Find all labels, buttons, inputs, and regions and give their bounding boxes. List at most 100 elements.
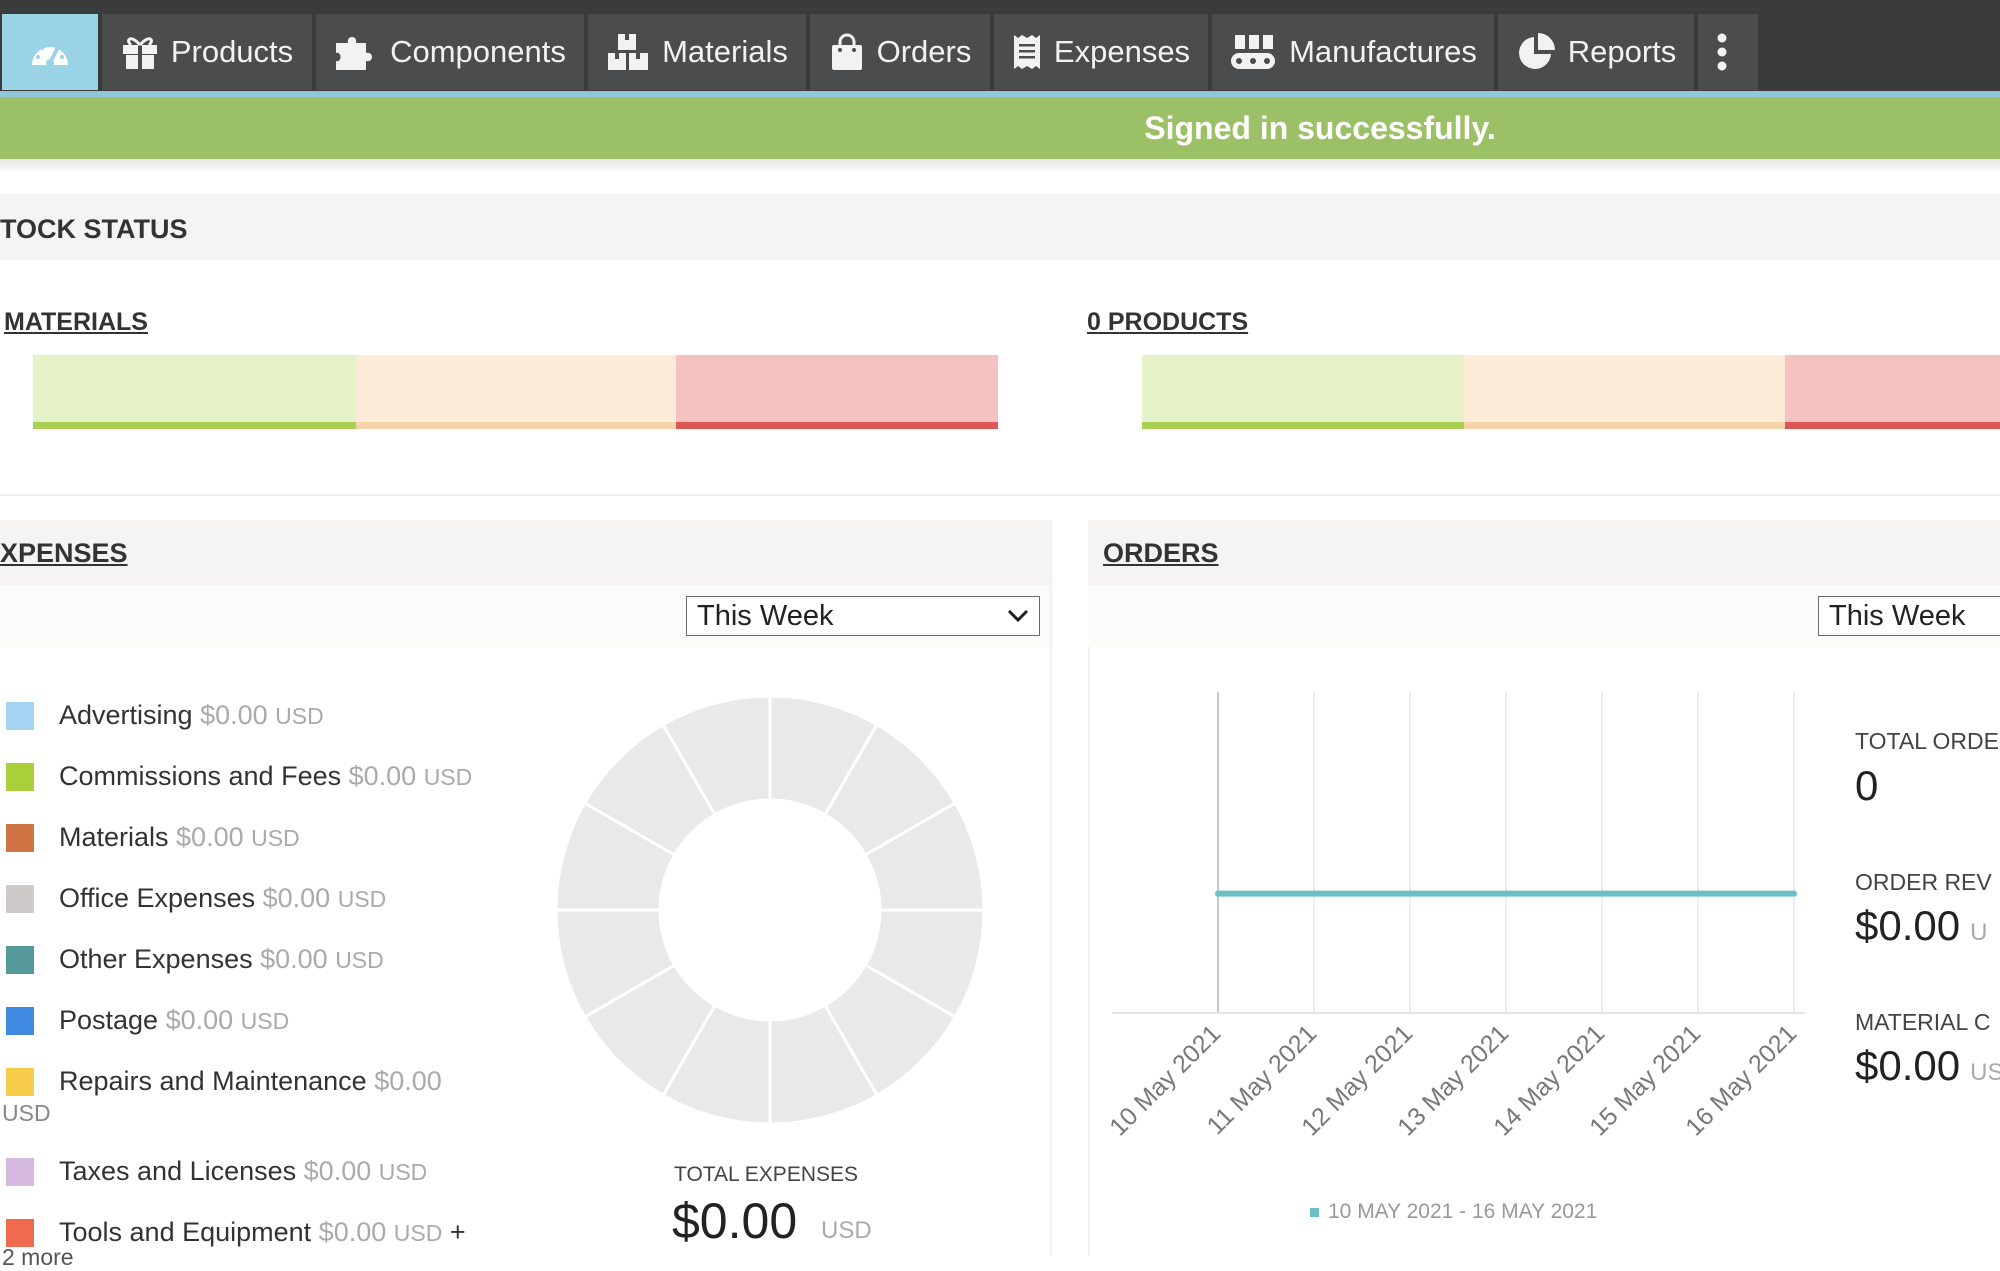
legend-more-indicator: +: [442, 1217, 466, 1247]
legend-label: Taxes and Licenses $0.00 USD: [59, 1156, 427, 1187]
nav-orders[interactable]: Orders: [810, 14, 990, 90]
orders-data-point[interactable]: [1407, 890, 1413, 897]
legend-label: Advertising $0.00 USD: [59, 700, 324, 731]
legend-amount: $0.00: [374, 1066, 442, 1096]
expense-more-link[interactable]: 2 more: [2, 1244, 74, 1271]
alert-shadow: [0, 159, 2000, 171]
expenses-period-select[interactable]: This Week: [686, 596, 1040, 636]
legend-swatch: [6, 702, 34, 730]
orders-data-point[interactable]: [1503, 890, 1509, 897]
nav-reports[interactable]: Reports: [1498, 14, 1694, 90]
total-expenses-currency: USD: [821, 1217, 872, 1244]
chevron-down-icon: [1007, 609, 1029, 623]
nav-manufactures-label: Manufactures: [1289, 34, 1477, 69]
stock-status-header: TOCK STATUS: [0, 194, 2000, 260]
nav-manufactures[interactable]: Manufactures: [1212, 14, 1494, 90]
legend-category-name: Commissions and Fees: [59, 761, 349, 791]
top-navigation-bar: Products Components Materials Orders Exp…: [0, 0, 2000, 91]
order-stat-value: $0.00 U: [1855, 902, 1987, 950]
legend-category-name: Postage: [59, 1005, 166, 1035]
shopping-bag-icon: [831, 33, 862, 70]
legend-amount: $0.00: [303, 1156, 379, 1186]
nav-dashboard[interactable]: [2, 14, 98, 90]
expenses-period-value: This Week: [697, 599, 834, 632]
chart-gridlines: [1112, 692, 1805, 1014]
success-alert: Signed in successfully.: [0, 97, 2000, 159]
legend-category-name: Taxes and Licenses: [59, 1156, 304, 1186]
order-stat-value: 0: [1855, 762, 1878, 810]
products-stock-low-segment[interactable]: [1464, 355, 1785, 429]
products-stock-link[interactable]: 0 PRODUCTS: [1087, 308, 1248, 337]
legend-currency: USD: [335, 947, 384, 973]
chart-series: [1215, 890, 1797, 897]
legend-amount: $0.00: [260, 944, 336, 974]
legend-amount: $0.00: [200, 700, 276, 730]
materials-stock-good-segment[interactable]: [33, 355, 356, 429]
order-stat-number: 0: [1855, 762, 1879, 809]
legend-amount: $0.00: [348, 761, 424, 791]
nav-orders-label: Orders: [876, 34, 972, 69]
dashboard-icon: [32, 42, 68, 67]
materials-stock-out-segment[interactable]: [676, 355, 998, 429]
legend-swatch: [6, 885, 34, 913]
legend-currency: USD: [251, 825, 300, 851]
nav-reports-label: Reports: [1567, 34, 1677, 69]
nav-expenses[interactable]: Expenses: [994, 14, 1208, 90]
legend-label: Office Expenses $0.00 USD: [59, 883, 386, 914]
panel-divider: [1050, 520, 1052, 1256]
orders-left-border: [1088, 647, 1090, 1256]
legend-category-name: Office Expenses: [59, 883, 263, 913]
order-stat-unit: U: [1970, 919, 1988, 946]
orders-data-point[interactable]: [1791, 890, 1797, 897]
boxes-icon: [608, 34, 649, 70]
order-stat-number: $0.00: [1855, 902, 1961, 949]
legend-label: Commissions and Fees $0.00 USD: [59, 761, 472, 792]
legend-swatch: [6, 1219, 34, 1247]
nav-expenses-label: Expenses: [1053, 34, 1191, 69]
legend-swatch: [6, 946, 34, 974]
legend-amount: $0.00: [176, 822, 252, 852]
legend-swatch: [6, 1158, 34, 1186]
nav-products[interactable]: Products: [102, 14, 312, 90]
nav-components[interactable]: Components: [316, 14, 584, 90]
materials-stock-low-segment[interactable]: [356, 355, 676, 429]
legend-category-name: Tools and Equipment: [59, 1217, 319, 1247]
alert-message: Signed in successfully.: [1144, 109, 1496, 146]
legend-category-name: Materials: [59, 822, 177, 852]
orders-data-point[interactable]: [1695, 890, 1701, 897]
nav-components-label: Components: [390, 34, 566, 69]
orders-data-point[interactable]: [1311, 890, 1317, 897]
legend-currency: USD: [240, 1008, 290, 1034]
orders-data-point[interactable]: [1599, 890, 1605, 897]
legend-label: Postage $0.00 USD: [59, 1005, 289, 1036]
orders-title[interactable]: ORDERS: [1103, 538, 1219, 569]
order-stat-label: TOTAL ORDE: [1855, 728, 1999, 754]
vertical-dots-icon: [1717, 33, 1727, 71]
orders-period-select[interactable]: This Week: [1818, 596, 2000, 636]
legend-label: Repairs and Maintenance $0.00: [59, 1066, 442, 1097]
order-stat-label: MATERIAL C: [1855, 1009, 1991, 1035]
orders-data-point[interactable]: [1215, 890, 1221, 897]
expenses-panel-header: XPENSES: [0, 520, 1050, 585]
conveyor-icon: [1231, 35, 1276, 69]
legend-currency: USD: [423, 764, 473, 790]
nav-materials[interactable]: Materials: [588, 14, 806, 90]
legend-label: Materials $0.00 USD: [59, 822, 300, 853]
legend-label: 10 MAY 2021 - 16 MAY 2021: [1328, 1200, 1597, 1223]
expenses-title[interactable]: XPENSES: [0, 538, 128, 569]
puzzle-icon: [336, 37, 373, 70]
nav-more-button[interactable]: [1698, 14, 1758, 90]
products-stock-good-segment[interactable]: [1142, 355, 1464, 429]
orders-line-chart: 10 May 202111 May 202112 May 202113 May …: [1104, 692, 1805, 1223]
legend-swatch: [6, 824, 34, 852]
legend-swatch: [6, 1007, 34, 1035]
receipt-icon: [1013, 35, 1040, 69]
legend-swatch: [6, 763, 34, 791]
order-stat-label: ORDER REV: [1855, 869, 1992, 895]
products-stock-out-segment[interactable]: [1785, 355, 2000, 429]
legend-category-name: Repairs and Maintenance: [59, 1066, 375, 1096]
legend-amount: $0.00: [262, 883, 338, 913]
legend-swatch: [6, 1068, 34, 1096]
materials-stock-link[interactable]: MATERIALS: [4, 308, 148, 337]
total-expenses-amount: $0.00 USD: [672, 1192, 872, 1250]
